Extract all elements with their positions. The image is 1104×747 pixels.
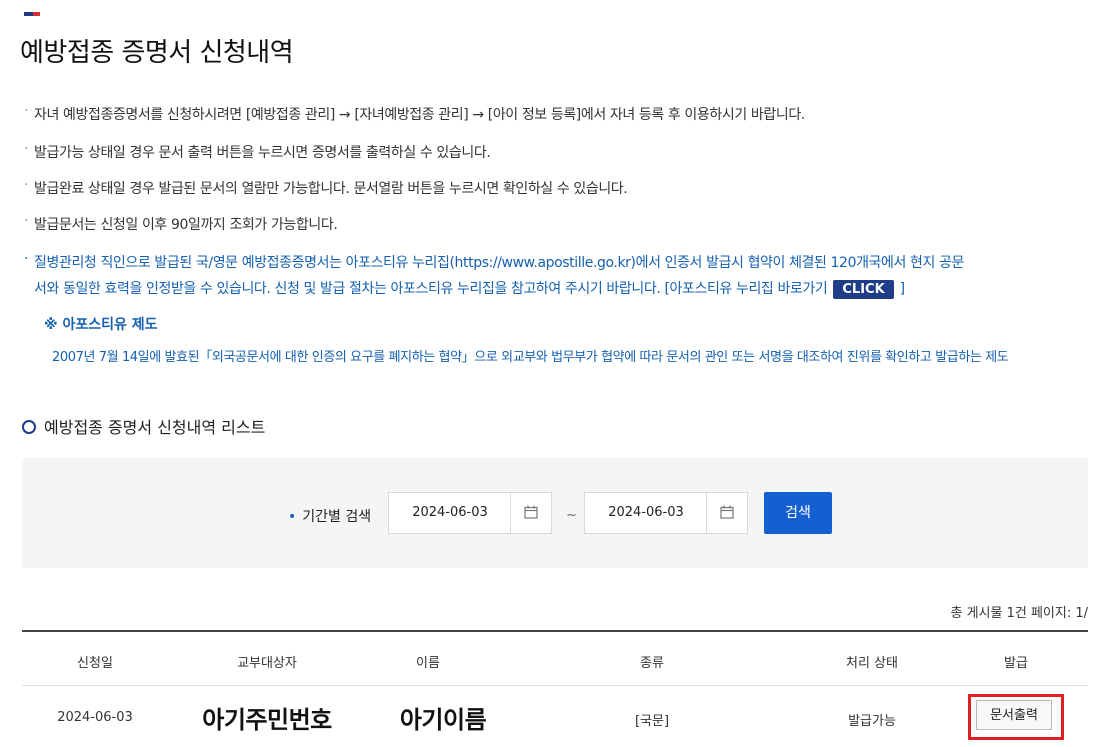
circle-bullet-icon <box>22 420 36 434</box>
row-recipient: 아기주민번호 <box>202 706 332 734</box>
notice-item: 발급가능 상태일 경우 문서 출력 버튼을 누르시면 증명서를 출력하실 수 있… <box>24 142 490 162</box>
notice-item: 발급문서는 신청일 이후 90일까지 조회가 가능합니다. <box>24 214 337 234</box>
list-section-title: 예방접종 증명서 신청내역 리스트 <box>22 414 265 438</box>
table-header: 신청일 교부대상자 이름 종류 처리 상태 발급 <box>22 630 1088 686</box>
column-header-name: 이름 <box>416 656 440 671</box>
apostille-notice-line2: 서와 동일한 효력을 인정받을 수 있습니다. 신청 및 발급 절차는 아포스티… <box>34 278 905 299</box>
list-section-title-text: 예방접종 증명서 신청내역 리스트 <box>44 418 266 437</box>
row-date: 2024-06-03 <box>57 710 133 725</box>
start-date-value: 2024-06-03 <box>412 505 488 520</box>
page-title: 예방접종 증명서 신청내역 <box>20 38 294 68</box>
end-date-field[interactable]: 2024-06-03 <box>584 492 748 534</box>
accent-bar-red <box>33 12 40 16</box>
apostille-notice-line1: 질병관리청 직인으로 발급된 국/영문 예방접종증명서는 아포스티유 누리집(h… <box>24 252 1094 272</box>
row-name: 아기이름 <box>399 706 487 734</box>
period-search-label-text: 기간별 검색 <box>302 509 372 525</box>
column-header-type: 종류 <box>640 656 664 671</box>
date-range-separator: ~ <box>566 508 577 523</box>
title-accent-bar <box>24 12 40 16</box>
accent-bar-navy <box>24 12 33 16</box>
row-status: 발급가능 <box>848 714 896 729</box>
search-button[interactable]: 검색 <box>764 492 832 534</box>
end-date-value: 2024-06-03 <box>608 505 684 520</box>
apostille-system-description: 2007년 7월 14일에 발효된「외국공문서에 대한 인증의 요구를 폐지하는… <box>52 350 1009 365</box>
start-date-calendar-button[interactable] <box>510 493 551 533</box>
list-summary: 총 게시물 1건 페이지: 1/ <box>950 606 1088 621</box>
column-header-recipient: 교부대상자 <box>237 656 297 671</box>
column-header-status: 처리 상태 <box>846 656 898 671</box>
calendar-icon <box>524 505 538 519</box>
notice-item: 발급완료 상태일 경우 발급된 문서의 열람만 가능합니다. 문서열람 버튼을 … <box>24 178 627 198</box>
column-header-issue: 발급 <box>1004 656 1028 671</box>
apostille-system-title: ※ 아포스티유 제도 <box>44 317 158 333</box>
apostille-notice-line2-text: 서와 동일한 효력을 인정받을 수 있습니다. 신청 및 발급 절차는 아포스티… <box>34 281 828 297</box>
table-row: 2024-06-03 아기주민번호 아기이름 [국문] 발급가능 문서출력 <box>22 686 1088 746</box>
calendar-icon <box>720 505 734 519</box>
bullet-dot-icon: • <box>288 509 297 525</box>
apostille-click-button[interactable]: CLICK <box>833 280 894 299</box>
column-header-date: 신청일 <box>77 656 113 671</box>
row-type: [국문] <box>634 714 670 729</box>
start-date-field[interactable]: 2024-06-03 <box>388 492 552 534</box>
notice-item: 자녀 예방접종증명서를 신청하시려면 [예방접종 관리] → [자녀예방접종 관… <box>24 104 805 124</box>
highlight-box <box>968 694 1064 740</box>
search-panel: • 기간별 검색 2024-06-03 ~ 2024-06-03 검색 <box>22 458 1088 568</box>
apostille-notice-line2-suffix: ] <box>899 281 905 297</box>
end-date-calendar-button[interactable] <box>706 493 747 533</box>
period-search-label: • 기간별 검색 <box>288 506 371 526</box>
